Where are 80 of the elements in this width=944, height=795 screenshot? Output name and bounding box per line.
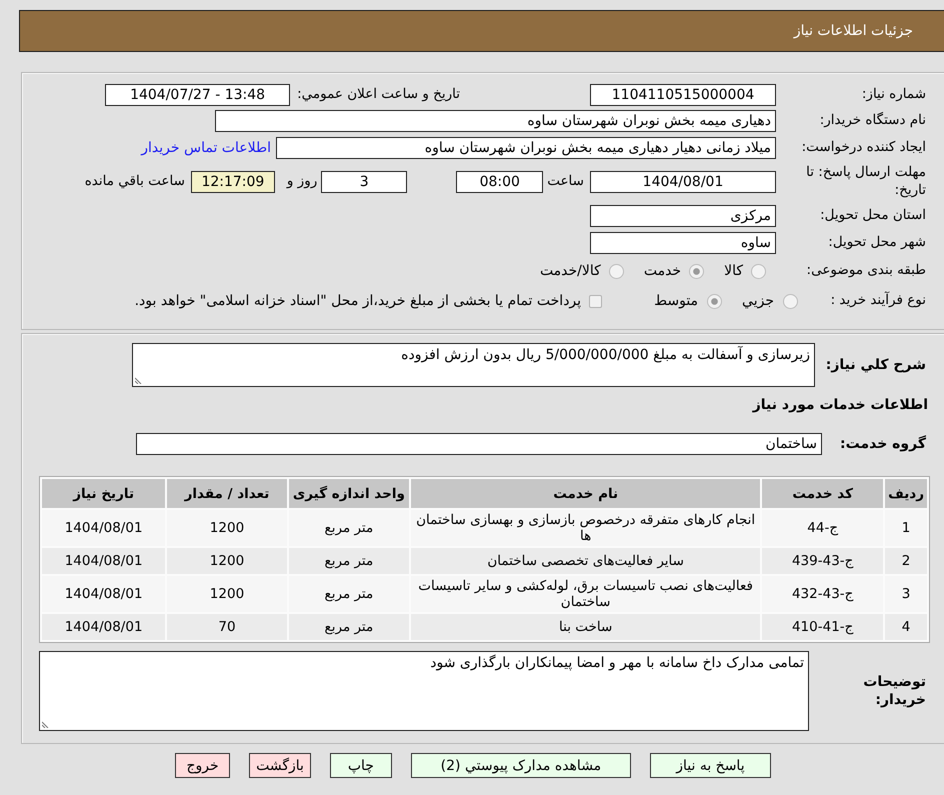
resize-grip-icon[interactable] bbox=[135, 377, 142, 384]
field-label: شهر محل تحویل: bbox=[827, 234, 926, 252]
print-button[interactable]: چاپ bbox=[330, 753, 392, 778]
column-header: نام خدمت bbox=[411, 479, 760, 508]
announcement-date-field[interactable]: 1404/07/27 - 13:48 bbox=[105, 84, 290, 106]
province-field[interactable]: مرکزی bbox=[590, 205, 776, 227]
table-cell: ج-41-410 bbox=[762, 614, 884, 640]
field-label: ساعت bbox=[547, 173, 584, 191]
table-cell: متر مربع bbox=[288, 548, 410, 574]
table-cell: 70 bbox=[167, 614, 287, 640]
table-cell: 1404/08/01 bbox=[42, 510, 166, 546]
deadline-time-field[interactable]: 08:00 bbox=[456, 171, 544, 193]
table-cell: 1404/08/01 bbox=[42, 576, 166, 612]
attachments-button[interactable]: مشاهده مدارک پیوستي (2) bbox=[410, 753, 631, 778]
table-cell: متر مربع bbox=[288, 510, 410, 546]
exit-button[interactable]: خروج bbox=[175, 753, 230, 778]
radio-button[interactable] bbox=[707, 294, 722, 308]
table-cell: 1 bbox=[885, 510, 927, 546]
reply-button[interactable]: پاسخ به نیاز bbox=[650, 753, 771, 778]
buyer-contact-link[interactable]: اطلاعات تماس خریدار bbox=[141, 140, 271, 156]
table-cell: ج-43-432 bbox=[762, 576, 884, 612]
need-number-field[interactable]: 1104110515000004 bbox=[590, 84, 776, 106]
field-label: توضیحات خریدار: bbox=[862, 672, 926, 710]
field-label: شرح کلي نیاز: bbox=[824, 356, 926, 374]
table-cell: فعالیت‌های نصب تاسیسات برق، لوله‌کشی و سایر تاسیسات ساختمان bbox=[411, 576, 760, 612]
table-cell: 1200 bbox=[167, 576, 287, 612]
radio-button[interactable] bbox=[751, 264, 766, 278]
table-cell: 1200 bbox=[167, 548, 287, 574]
radio-label: خدمت bbox=[644, 263, 682, 279]
table-cell: ساخت بنا bbox=[411, 614, 760, 640]
column-header: واحد اندازه گیری bbox=[288, 479, 410, 508]
table-cell: ج-44 bbox=[762, 510, 884, 546]
field-label: نام دستگاه خریدار: bbox=[818, 112, 926, 130]
field-label: ساعت باقي مانده bbox=[84, 173, 185, 191]
requester-field[interactable]: میلاد زمانی دهیار دهیاری میمه بخش نوبران شهرستان ساوه bbox=[276, 137, 776, 159]
table-cell: 2 bbox=[885, 548, 927, 574]
table-cell: 1200 bbox=[167, 510, 287, 546]
treasury-payment-label: پرداخت تمام یا بخشی از مبلغ خرید،از محل "اسناد خزانه اسلامی" خواهد بود. bbox=[134, 293, 582, 309]
radio-button[interactable] bbox=[608, 264, 624, 278]
field-label: مهلت ارسال پاسخ: تا تاریخ: bbox=[805, 164, 926, 200]
table-cell: ج-43-439 bbox=[762, 548, 884, 574]
buyer-organization-field[interactable]: دهیاری میمه بخش نوبران شهرستان ساوه bbox=[215, 110, 776, 132]
column-header: تعداد / مقدار bbox=[167, 479, 287, 508]
section-title: اطلاعات خدمات مورد نیاز bbox=[751, 396, 928, 415]
buyer-notes-field[interactable]: تمامی مدارک داخ سامانه با مهر و امضا پیمانکاران بارگذاری شود bbox=[39, 651, 809, 731]
service-group-field[interactable]: ساختمان bbox=[136, 433, 822, 455]
description-field[interactable]: زیرسازی و آسفالت به مبلغ 5/000/000/000 ریال بدون ارزش افزوده bbox=[132, 343, 815, 387]
field-label: ایجاد کننده درخواست: bbox=[800, 139, 926, 157]
resize-grip-icon[interactable] bbox=[42, 721, 49, 728]
back-button[interactable]: بازگشت bbox=[249, 753, 311, 778]
radio-button[interactable] bbox=[689, 264, 704, 278]
field-label: استان محل تحویل: bbox=[819, 207, 926, 225]
field-label: نوع فرآیند خرید : bbox=[830, 292, 926, 310]
field-label: طبقه بندی موضوعی: bbox=[806, 262, 926, 280]
field-label: گروه خدمت: bbox=[839, 434, 926, 454]
field-label: روز و bbox=[286, 173, 318, 191]
table-cell: متر مربع bbox=[288, 576, 410, 612]
field-label: شماره نیاز: bbox=[860, 86, 926, 104]
treasury-checkbox[interactable] bbox=[589, 294, 602, 308]
city-field[interactable]: ساوه bbox=[590, 232, 776, 254]
page-title: جزئیات اطلاعات نیاز bbox=[794, 23, 913, 39]
table-cell: 1404/08/01 bbox=[42, 548, 166, 574]
table-cell: انجام کارهای متفرقه درخصوص بازسازی و بهسازی ساختمان ها bbox=[411, 510, 760, 546]
radio-label: کالا/خدمت bbox=[540, 263, 601, 279]
remaining-time-field[interactable]: 12:17:09 bbox=[190, 171, 275, 193]
radio-label: جزيي bbox=[742, 293, 774, 309]
radio-label: کالا bbox=[724, 263, 743, 279]
table-cell: 4 bbox=[885, 614, 927, 640]
table-cell: 3 bbox=[885, 576, 927, 612]
table-cell: متر مربع bbox=[288, 614, 410, 640]
column-header: تاریخ نیاز bbox=[42, 479, 166, 508]
table-cell: سایر فعالیت‌های تخصصی ساختمان bbox=[411, 548, 760, 574]
column-header: کد خدمت bbox=[762, 479, 884, 508]
field-label: تاریخ و ساعت اعلان عمومي: bbox=[297, 86, 460, 104]
column-header: ردیف bbox=[885, 479, 927, 508]
radio-button[interactable] bbox=[783, 294, 798, 308]
table-cell: 1404/08/01 bbox=[42, 614, 166, 640]
radio-label: متوسط bbox=[654, 293, 698, 309]
deadline-date-field[interactable]: 1404/08/01 bbox=[590, 171, 776, 193]
days-left-field[interactable]: 3 bbox=[321, 171, 408, 193]
